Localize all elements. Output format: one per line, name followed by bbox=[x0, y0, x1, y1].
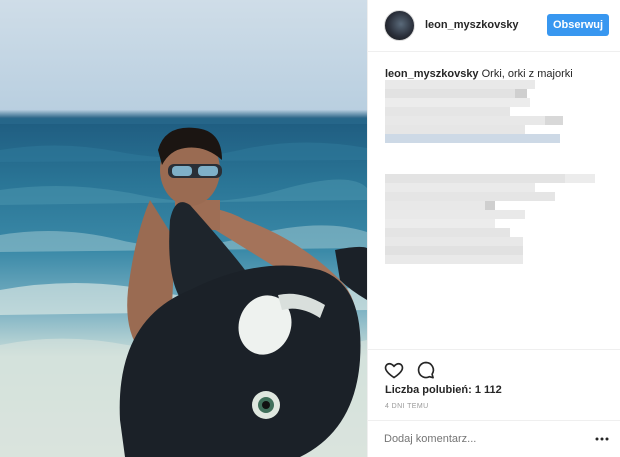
post-photo[interactable] bbox=[0, 0, 367, 457]
post-timestamp[interactable]: 4 DNI TEMU bbox=[385, 403, 429, 410]
blurred-comments-2 bbox=[385, 174, 600, 264]
photo-artwork bbox=[0, 118, 367, 457]
follow-button[interactable]: Obserwuj bbox=[547, 14, 609, 36]
avatar[interactable] bbox=[384, 10, 415, 41]
post-header: leon_myszkovsky Obserwuj bbox=[368, 0, 620, 52]
post-side-panel: leon_myszkovsky Obserwuj leon_myszkovsky… bbox=[367, 0, 620, 457]
caption-text: Orki, orki z majorki bbox=[481, 68, 573, 80]
action-bar bbox=[368, 349, 620, 389]
caption: leon_myszkovsky Orki, orki z majorki bbox=[385, 67, 610, 81]
likes-count[interactable]: Liczba polubień: 1 112 bbox=[385, 384, 502, 396]
speech-bubble-icon[interactable] bbox=[416, 360, 436, 380]
caption-username[interactable]: leon_myszkovsky bbox=[385, 68, 479, 80]
comment-bar bbox=[368, 420, 620, 457]
comment-input[interactable] bbox=[384, 431, 574, 447]
heart-outline-icon[interactable] bbox=[384, 360, 404, 380]
header-username[interactable]: leon_myszkovsky bbox=[425, 19, 519, 31]
blurred-comments-1 bbox=[385, 80, 600, 143]
more-options-icon[interactable] bbox=[595, 434, 609, 444]
